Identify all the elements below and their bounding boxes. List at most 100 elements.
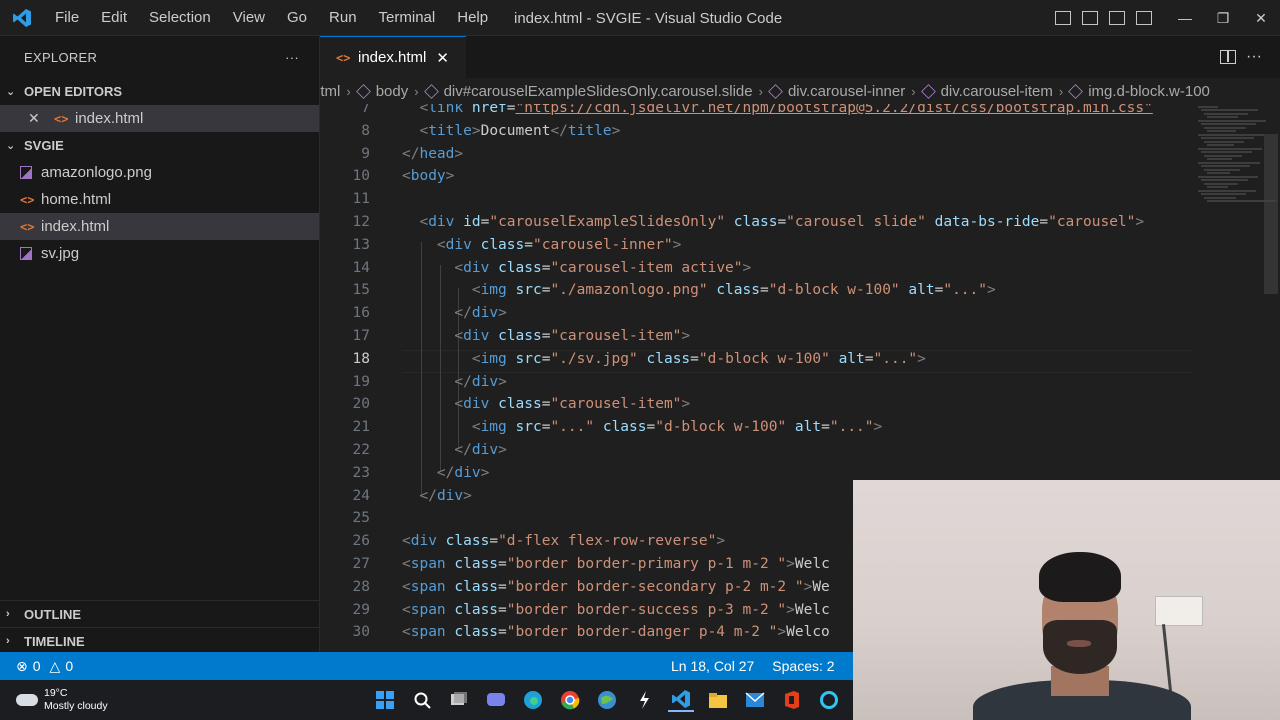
- line-number: 20: [352, 396, 370, 413]
- folder-section[interactable]: ⌄ SVGIE: [0, 132, 319, 159]
- chevron-right-icon: ›: [6, 635, 10, 647]
- menu-run[interactable]: Run: [318, 9, 368, 26]
- minimap-line: [1204, 126, 1246, 129]
- terminal-app-icon[interactable]: [631, 688, 657, 712]
- globe-app-icon[interactable]: [594, 688, 620, 712]
- breadcrumb-label: body: [375, 82, 409, 100]
- windows-taskbar: 19°C Mostly cloudy: [0, 680, 853, 720]
- search-icon[interactable]: [409, 688, 435, 712]
- chat-icon[interactable]: [483, 688, 509, 712]
- menu-view[interactable]: View: [222, 9, 276, 26]
- line-number: 7: [361, 104, 370, 116]
- indentation[interactable]: Spaces: 2: [772, 658, 834, 674]
- minimize-button[interactable]: —: [1166, 0, 1204, 36]
- close-icon[interactable]: ✕: [28, 110, 54, 127]
- person-mouth: [1067, 640, 1091, 647]
- file-item[interactable]: sv.jpg: [0, 240, 319, 267]
- breadcrumb-item[interactable]: img.d-block.w-100: [1068, 83, 1210, 100]
- code-line: <img src="..." class="d-block w-100" alt…: [471, 419, 883, 436]
- toggle-sidebar-icon[interactable]: [1055, 11, 1071, 25]
- more-actions-icon[interactable]: ···: [285, 50, 299, 65]
- vertical-scrollbar[interactable]: [1264, 134, 1278, 294]
- minimap-line: [1198, 133, 1264, 136]
- code-line: </div>: [436, 464, 490, 481]
- editor-tabs: <> index.html ✕ ···: [320, 36, 1280, 78]
- file-explorer-icon[interactable]: [705, 688, 731, 712]
- breadcrumb-item[interactable]: body: [355, 82, 409, 100]
- minimap[interactable]: [1198, 104, 1276, 224]
- chrome-icon[interactable]: [557, 688, 583, 712]
- file-item[interactable]: <> index.html: [0, 213, 319, 240]
- split-editor-icon[interactable]: [1220, 50, 1237, 64]
- vscode-taskbar-icon[interactable]: [668, 688, 694, 712]
- minimap-line: [1201, 109, 1258, 111]
- webcam-overlay: [853, 480, 1280, 720]
- outline-title: OUTLINE: [24, 606, 82, 622]
- breadcrumb-item[interactable]: div.carousel-item: [920, 83, 1053, 100]
- office-icon[interactable]: [779, 688, 805, 712]
- edge-icon[interactable]: [520, 688, 546, 712]
- chevron-down-icon: ⌄: [6, 140, 16, 152]
- file-label: sv.jpg: [41, 245, 80, 262]
- code-line: <span class="border border-primary p-1 m…: [402, 556, 830, 572]
- close-window-button[interactable]: ✕: [1242, 0, 1280, 36]
- file-item[interactable]: amazonlogo.png: [0, 159, 319, 186]
- folder-title: SVGIE: [24, 138, 64, 153]
- minimap-line: [1198, 161, 1260, 164]
- code-line: <img src="./amazonlogo.png" class="d-blo…: [471, 282, 996, 299]
- line-number: 30: [352, 624, 370, 641]
- line-number: 29: [352, 601, 370, 618]
- menu-selection[interactable]: Selection: [138, 9, 222, 26]
- breadcrumb-label: div.carousel-inner: [787, 82, 906, 100]
- tab-index-html[interactable]: <> index.html ✕: [320, 36, 466, 78]
- code-line: <div class="carousel-inner">: [436, 236, 682, 253]
- timeline-section[interactable]: › TIMELINE: [0, 627, 320, 654]
- breadcrumb-item[interactable]: div.carousel-inner: [768, 82, 906, 100]
- open-editors-section[interactable]: ⌄ OPEN EDITORS: [0, 78, 319, 105]
- task-view-icon[interactable]: [446, 688, 472, 712]
- line-number: 27: [352, 556, 370, 572]
- cursor-position[interactable]: Ln 18, Col 27: [671, 658, 754, 674]
- code-line: </div>: [454, 305, 507, 322]
- weather-temp: 19°C: [44, 687, 68, 699]
- explorer-sidebar: EXPLORER ··· ⌄ OPEN EDITORS ✕ <> index.h…: [0, 36, 320, 652]
- toggle-panel-icon[interactable]: [1082, 11, 1098, 25]
- code-line: <title>Document</title>: [419, 122, 621, 139]
- breadcrumb-item[interactable]: html: [320, 83, 340, 100]
- more-actions-icon[interactable]: ···: [1246, 48, 1262, 66]
- weather-widget[interactable]: 19°C Mostly cloudy: [0, 687, 108, 713]
- image-file-icon: [20, 166, 32, 179]
- outline-section[interactable]: › OUTLINE: [0, 600, 320, 627]
- symbol-icon: [355, 83, 371, 99]
- menu-help[interactable]: Help: [446, 9, 499, 26]
- minimap-line: [1207, 130, 1236, 132]
- menu-edit[interactable]: Edit: [90, 9, 138, 26]
- symbol-icon: [920, 83, 936, 99]
- line-number: 21: [352, 419, 370, 436]
- line-number: 13: [352, 236, 370, 253]
- weather-desc: Mostly cloudy: [44, 700, 108, 712]
- toggle-secondary-sidebar-icon[interactable]: [1109, 11, 1125, 25]
- menu-go[interactable]: Go: [276, 9, 318, 26]
- menu-file[interactable]: File: [44, 9, 90, 26]
- html-file-icon: <>: [20, 192, 35, 207]
- customize-layout-icon[interactable]: [1136, 11, 1152, 25]
- close-icon[interactable]: ✕: [436, 49, 449, 67]
- menu-terminal[interactable]: Terminal: [368, 9, 447, 26]
- minimap-line: [1201, 137, 1254, 139]
- person-hair: [1039, 552, 1121, 602]
- chevron-right-icon: ›: [414, 83, 419, 99]
- open-editor-item[interactable]: ✕ <> index.html: [0, 105, 319, 132]
- breadcrumb-item[interactable]: div#carouselExampleSlidesOnly.carousel.s…: [423, 83, 753, 100]
- line-number: 18: [352, 350, 370, 367]
- mail-icon[interactable]: [742, 688, 768, 712]
- file-item[interactable]: <> home.html: [0, 186, 319, 213]
- restore-button[interactable]: ❐: [1204, 0, 1242, 36]
- chevron-right-icon: ›: [911, 83, 916, 99]
- cortana-icon[interactable]: [816, 688, 842, 712]
- windows-start-icon[interactable]: [372, 688, 398, 712]
- tab-label: index.html: [358, 49, 427, 66]
- minimap-line: [1204, 140, 1244, 143]
- chevron-right-icon: ›: [346, 83, 351, 99]
- problems-indicator[interactable]: ⊗ 0 △ 0: [0, 658, 73, 675]
